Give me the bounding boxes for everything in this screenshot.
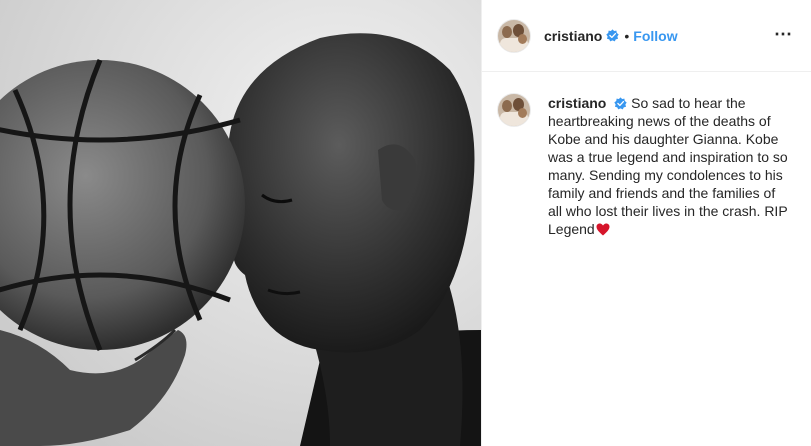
more-dots-icon[interactable]: ⋯ <box>774 25 793 43</box>
author-avatar[interactable] <box>498 19 530 52</box>
author-username[interactable]: cristiano <box>544 28 602 44</box>
post-photo[interactable] <box>0 0 481 446</box>
portrait-image <box>0 0 481 446</box>
separator-dot: • <box>624 27 630 44</box>
verified-badge-icon <box>614 97 627 110</box>
post-side-panel: cristiano • Follow ⋯ cristiano So sad to… <box>481 0 811 446</box>
caption-comment: cristiano So sad to hear the heartbreaki… <box>482 72 811 238</box>
red-heart-icon <box>596 223 610 236</box>
verified-badge-icon <box>606 29 620 42</box>
follow-button[interactable]: Follow <box>633 28 677 44</box>
post-header: cristiano • Follow ⋯ <box>482 0 811 72</box>
caption-text-block: cristiano So sad to hear the heartbreaki… <box>548 94 788 238</box>
caption-author-avatar[interactable] <box>498 94 530 126</box>
caption-text: So sad to hear the heartbreaking news of… <box>548 95 788 237</box>
caption-username[interactable]: cristiano <box>548 95 606 111</box>
instagram-post: cristiano • Follow ⋯ cristiano So sad to… <box>0 0 811 446</box>
